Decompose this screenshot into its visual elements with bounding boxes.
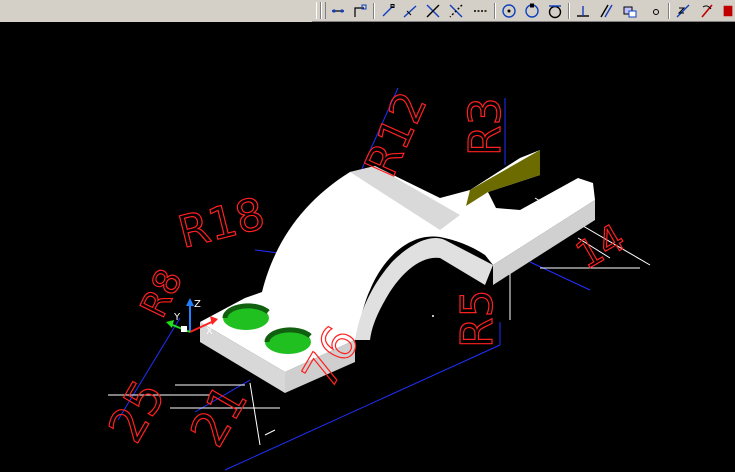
bracket-part[interactable] <box>200 150 595 393</box>
dimension-r8[interactable]: R8 <box>133 262 192 324</box>
perpendicular-snap-button[interactable] <box>573 1 593 21</box>
drawing-canvas[interactable]: Z Y X R12 R3 R18 R8 R5 14 76 25 21 <box>0 22 735 472</box>
tangent-snap-button[interactable] <box>545 1 565 21</box>
drawing-viewport[interactable]: Z Y X R12 R3 R18 R8 R5 14 76 25 21 <box>0 22 735 472</box>
toolbar-empty-area <box>0 0 312 22</box>
dimension-21[interactable]: 21 <box>179 375 259 457</box>
aligned-line-icon <box>403 5 417 18</box>
dimension-r5[interactable]: R5 <box>451 289 503 349</box>
parallel-snap-button[interactable] <box>596 1 616 21</box>
linear-dimension-button[interactable] <box>328 1 348 21</box>
quadrant-snap-button[interactable] <box>522 1 542 21</box>
slot-face <box>466 150 540 206</box>
dimension-r12[interactable]: R12 <box>355 84 438 185</box>
intersection-snap-button[interactable] <box>423 1 443 21</box>
dimension-r18[interactable]: R18 <box>173 188 271 260</box>
nearest-snap-icon <box>676 4 690 18</box>
toolbar-separator-2 <box>494 3 496 19</box>
toolbar-separator-4 <box>668 3 670 19</box>
insert-snap-button[interactable] <box>620 1 640 21</box>
mounting-hole-1[interactable] <box>222 303 270 330</box>
parallel-snap-icon <box>600 4 613 18</box>
line-icon <box>382 4 395 17</box>
object-snap-settings-icon <box>723 5 733 17</box>
d14-line <box>529 261 591 291</box>
center-snap-icon <box>502 4 516 18</box>
ucs-z-arrow <box>186 298 194 306</box>
line-button[interactable] <box>378 1 398 21</box>
node-snap-button[interactable] <box>645 1 665 21</box>
quadrant-snap-icon <box>525 3 539 18</box>
dashed-line-icon <box>474 10 488 12</box>
snap-none-button[interactable] <box>697 1 717 21</box>
dimension-r3[interactable]: R3 <box>459 97 511 157</box>
tangent-snap-icon <box>548 5 562 19</box>
apparent-intersection-snap-icon <box>449 4 463 18</box>
ucs-origin-box <box>181 326 187 332</box>
perpendicular-snap-icon <box>577 6 589 17</box>
object-snap-settings-button[interactable] <box>721 1 735 21</box>
linear-dimension-icon <box>332 9 344 13</box>
center-snap-button[interactable] <box>499 1 519 21</box>
point-marker <box>432 315 434 317</box>
ordinate-dimension-button[interactable] <box>350 1 370 21</box>
arrow-tick <box>264 429 276 436</box>
node-snap-icon <box>653 9 659 15</box>
nearest-snap-button[interactable] <box>673 1 693 21</box>
dashed-line-button[interactable] <box>471 1 491 21</box>
insert-snap-icon <box>623 6 637 18</box>
intersection-snap-icon <box>426 4 440 18</box>
toolbar <box>0 0 735 22</box>
toolbar-grip-2[interactable] <box>321 2 326 19</box>
snap-none-icon <box>701 4 713 18</box>
ucs-z-label: Z <box>194 299 201 310</box>
toolbar-separator-3 <box>568 3 570 19</box>
dimension-25[interactable]: 25 <box>97 371 177 453</box>
ucs-x-label: X <box>206 326 213 337</box>
apparent-intersection-snap-button[interactable] <box>446 1 466 21</box>
aligned-line-button[interactable] <box>400 1 420 21</box>
ordinate-dimension-icon <box>354 4 367 17</box>
toolbar-separator <box>373 3 375 19</box>
